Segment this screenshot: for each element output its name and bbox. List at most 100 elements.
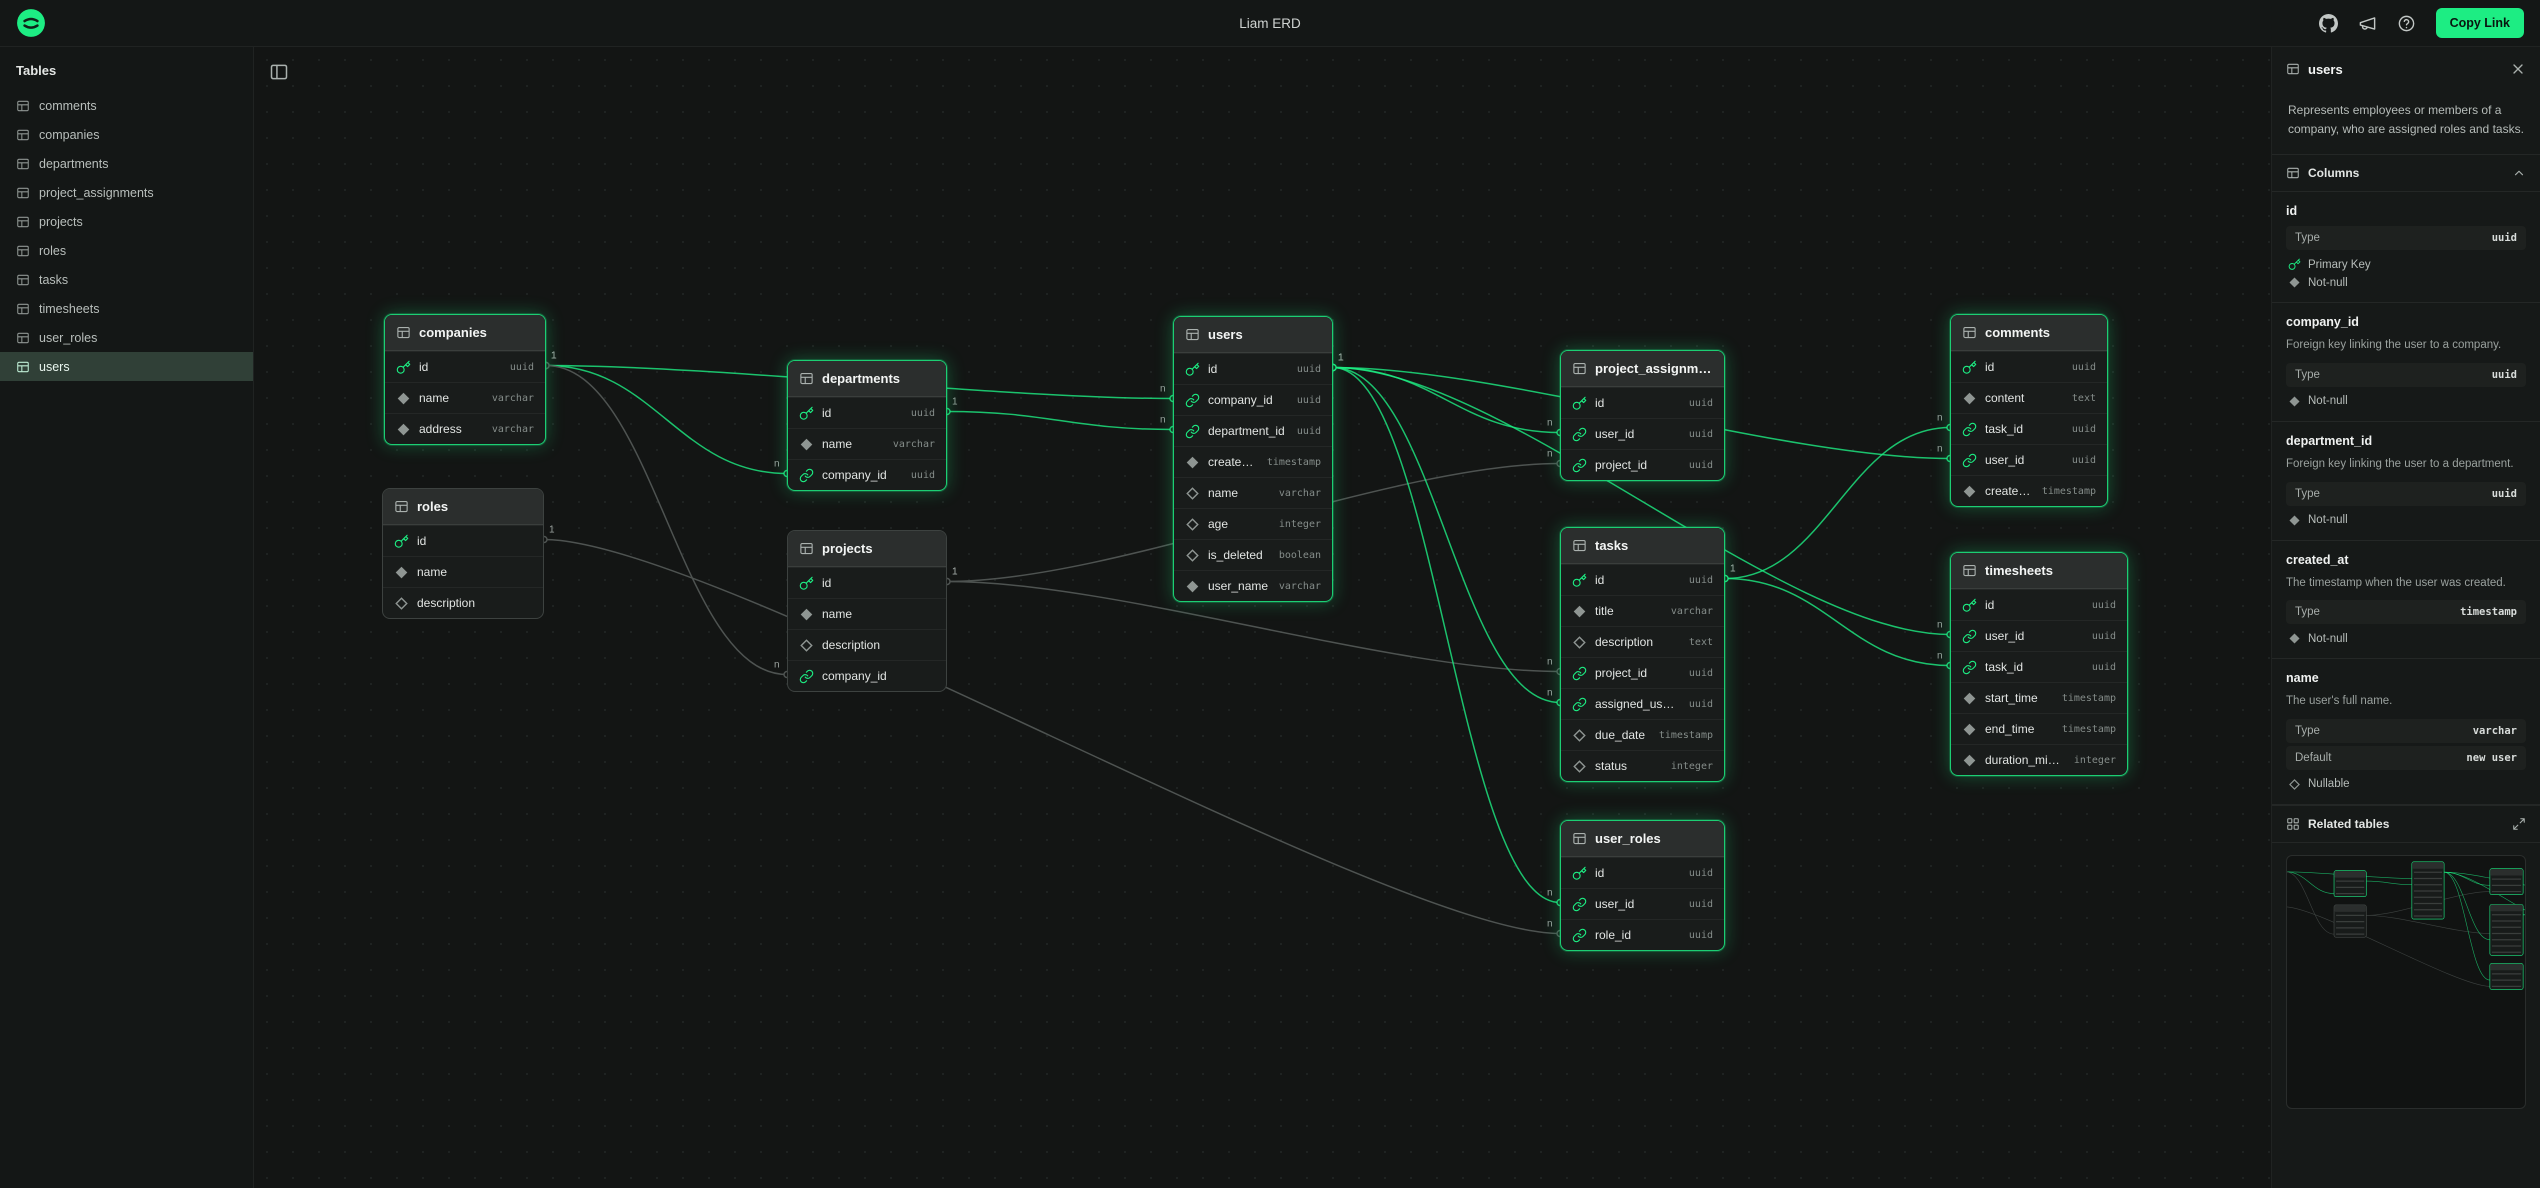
sidebar-item-companies[interactable]: companies — [0, 120, 253, 149]
github-icon[interactable] — [2319, 14, 2338, 33]
column-row[interactable]: company_iduuid — [1174, 384, 1332, 415]
column-row[interactable]: id — [788, 567, 946, 598]
sidebar-toggle-button[interactable] — [266, 59, 292, 85]
column-row[interactable]: task_iduuid — [1951, 651, 2127, 682]
column-row[interactable]: contenttext — [1951, 382, 2107, 413]
column-name: name — [822, 607, 935, 621]
table-node-header[interactable]: departments — [788, 361, 946, 397]
column-row[interactable]: iduuid — [1951, 351, 2107, 382]
table-node-header[interactable]: roles — [383, 489, 543, 525]
column-row[interactable]: task_iduuid — [1951, 413, 2107, 444]
column-row[interactable]: created_attimestamp — [1174, 446, 1332, 477]
table-node-users[interactable]: usersiduuidcompany_iduuiddepartment_iduu… — [1173, 316, 1333, 602]
column-row[interactable]: namevarchar — [1174, 477, 1332, 508]
sidebar-item-tasks[interactable]: tasks — [0, 265, 253, 294]
column-row[interactable]: statusinteger — [1561, 750, 1724, 781]
minimap-table-departments — [2334, 871, 2366, 897]
column-row[interactable]: user_iduuid — [1561, 888, 1724, 919]
table-node-tasks[interactable]: tasksiduuidtitlevarchardescriptiontextpr… — [1560, 527, 1725, 782]
column-row[interactable]: assigned_user_iduuid — [1561, 688, 1724, 719]
releases-megaphone-icon[interactable] — [2358, 14, 2377, 33]
sidebar-item-departments[interactable]: departments — [0, 149, 253, 178]
column-row[interactable]: descriptiontext — [1561, 626, 1724, 657]
liam-logo-icon[interactable] — [16, 8, 46, 38]
sidebar-item-projects[interactable]: projects — [0, 207, 253, 236]
sidebar-item-comments[interactable]: comments — [0, 91, 253, 120]
columns-section-header[interactable]: Columns — [2272, 154, 2540, 192]
column-type: timestamp — [1659, 730, 1713, 741]
sidebar-item-label: companies — [39, 128, 99, 142]
column-row[interactable]: end_timetimestamp — [1951, 713, 2127, 744]
table-node-timesheets[interactable]: timesheetsiduuiduser_iduuidtask_iduuidst… — [1950, 552, 2128, 776]
copy-link-button[interactable]: Copy Link — [2436, 8, 2524, 38]
erd-canvas[interactable]: 1n1n1n1n1n1n1n1n1n1n1n1n1n1n companiesid… — [254, 47, 2271, 1188]
table-node-header[interactable]: timesheets — [1951, 553, 2127, 589]
sidebar-item-project_assignments[interactable]: project_assignments — [0, 178, 253, 207]
column-row[interactable]: id — [383, 525, 543, 556]
table-icon — [16, 273, 30, 287]
column-row[interactable]: iduuid — [1951, 589, 2127, 620]
close-icon[interactable] — [2510, 61, 2526, 77]
column-row[interactable]: role_iduuid — [1561, 919, 1724, 950]
column-row[interactable]: company_id — [788, 660, 946, 691]
table-node-header[interactable]: project_assignments — [1561, 351, 1724, 387]
column-row[interactable]: iduuid — [385, 351, 545, 382]
help-icon[interactable] — [2397, 14, 2416, 33]
column-row[interactable]: name — [788, 598, 946, 629]
related-tables-icon — [2286, 817, 2300, 831]
column-row[interactable]: duration_minutesinteger — [1951, 744, 2127, 775]
table-node-departments[interactable]: departmentsiduuidnamevarcharcompany_iduu… — [787, 360, 947, 491]
column-row[interactable]: user_iduuid — [1951, 620, 2127, 651]
table-node-header[interactable]: tasks — [1561, 528, 1724, 564]
column-name: created_at — [1985, 484, 2034, 498]
table-node-header[interactable]: companies — [385, 315, 545, 351]
column-row[interactable]: iduuid — [1561, 387, 1724, 418]
column-row[interactable]: project_iduuid — [1561, 657, 1724, 688]
column-row[interactable]: addressvarchar — [385, 413, 545, 444]
table-node-companies[interactable]: companiesiduuidnamevarcharaddressvarchar — [384, 314, 546, 445]
sidebar-item-roles[interactable]: roles — [0, 236, 253, 265]
column-row[interactable]: iduuid — [788, 397, 946, 428]
column-row[interactable]: start_timetimestamp — [1951, 682, 2127, 713]
table-node-header[interactable]: comments — [1951, 315, 2107, 351]
sidebar-item-user_roles[interactable]: user_roles — [0, 323, 253, 352]
column-row[interactable]: name — [383, 556, 543, 587]
related-tables-preview[interactable] — [2286, 855, 2526, 1109]
sidebar-item-users[interactable]: users — [0, 352, 253, 381]
table-node-header[interactable]: projects — [788, 531, 946, 567]
column-row[interactable]: department_iduuid — [1174, 415, 1332, 446]
column-row[interactable]: is_deletedboolean — [1174, 539, 1332, 570]
sidebar-item-label: departments — [39, 157, 108, 171]
column-row[interactable]: company_iduuid — [788, 459, 946, 490]
column-row[interactable]: description — [788, 629, 946, 660]
column-row[interactable]: iduuid — [1561, 564, 1724, 595]
chevron-up-icon[interactable] — [2512, 166, 2526, 180]
table-node-project_assignments[interactable]: project_assignmentsiduuiduser_iduuidproj… — [1560, 350, 1725, 481]
column-name: description — [1595, 635, 1681, 649]
sidebar-item-label: projects — [39, 215, 83, 229]
column-row[interactable]: due_datetimestamp — [1561, 719, 1724, 750]
column-row[interactable]: project_iduuid — [1561, 449, 1724, 480]
table-node-projects[interactable]: projectsid name descriptioncompany_id — [787, 530, 947, 692]
column-row[interactable]: created_attimestamp — [1951, 475, 2107, 506]
column-row[interactable]: iduuid — [1174, 353, 1332, 384]
column-row[interactable]: ageinteger — [1174, 508, 1332, 539]
related-tables-header[interactable]: Related tables — [2272, 805, 2540, 843]
table-node-header[interactable]: user_roles — [1561, 821, 1724, 857]
column-row[interactable]: user_namevarchar — [1174, 570, 1332, 601]
table-node-header[interactable]: users — [1174, 317, 1332, 353]
column-row[interactable]: titlevarchar — [1561, 595, 1724, 626]
column-row[interactable]: namevarchar — [385, 382, 545, 413]
sidebar-item-timesheets[interactable]: timesheets — [0, 294, 253, 323]
column-row[interactable]: namevarchar — [788, 428, 946, 459]
expand-icon[interactable] — [2512, 817, 2526, 831]
column-row[interactable]: user_iduuid — [1561, 418, 1724, 449]
table-node-user_roles[interactable]: user_rolesiduuiduser_iduuidrole_iduuid — [1560, 820, 1725, 951]
table-node-comments[interactable]: commentsiduuidcontenttexttask_iduuiduser… — [1950, 314, 2108, 507]
diamond-outline-icon — [1185, 548, 1200, 563]
liam-erd-app: Liam ERD Copy Link Tables commentscompan… — [0, 0, 2540, 1188]
column-row[interactable]: user_iduuid — [1951, 444, 2107, 475]
table-node-roles[interactable]: rolesidnamedescription — [382, 488, 544, 619]
column-row[interactable]: description — [383, 587, 543, 618]
column-row[interactable]: iduuid — [1561, 857, 1724, 888]
